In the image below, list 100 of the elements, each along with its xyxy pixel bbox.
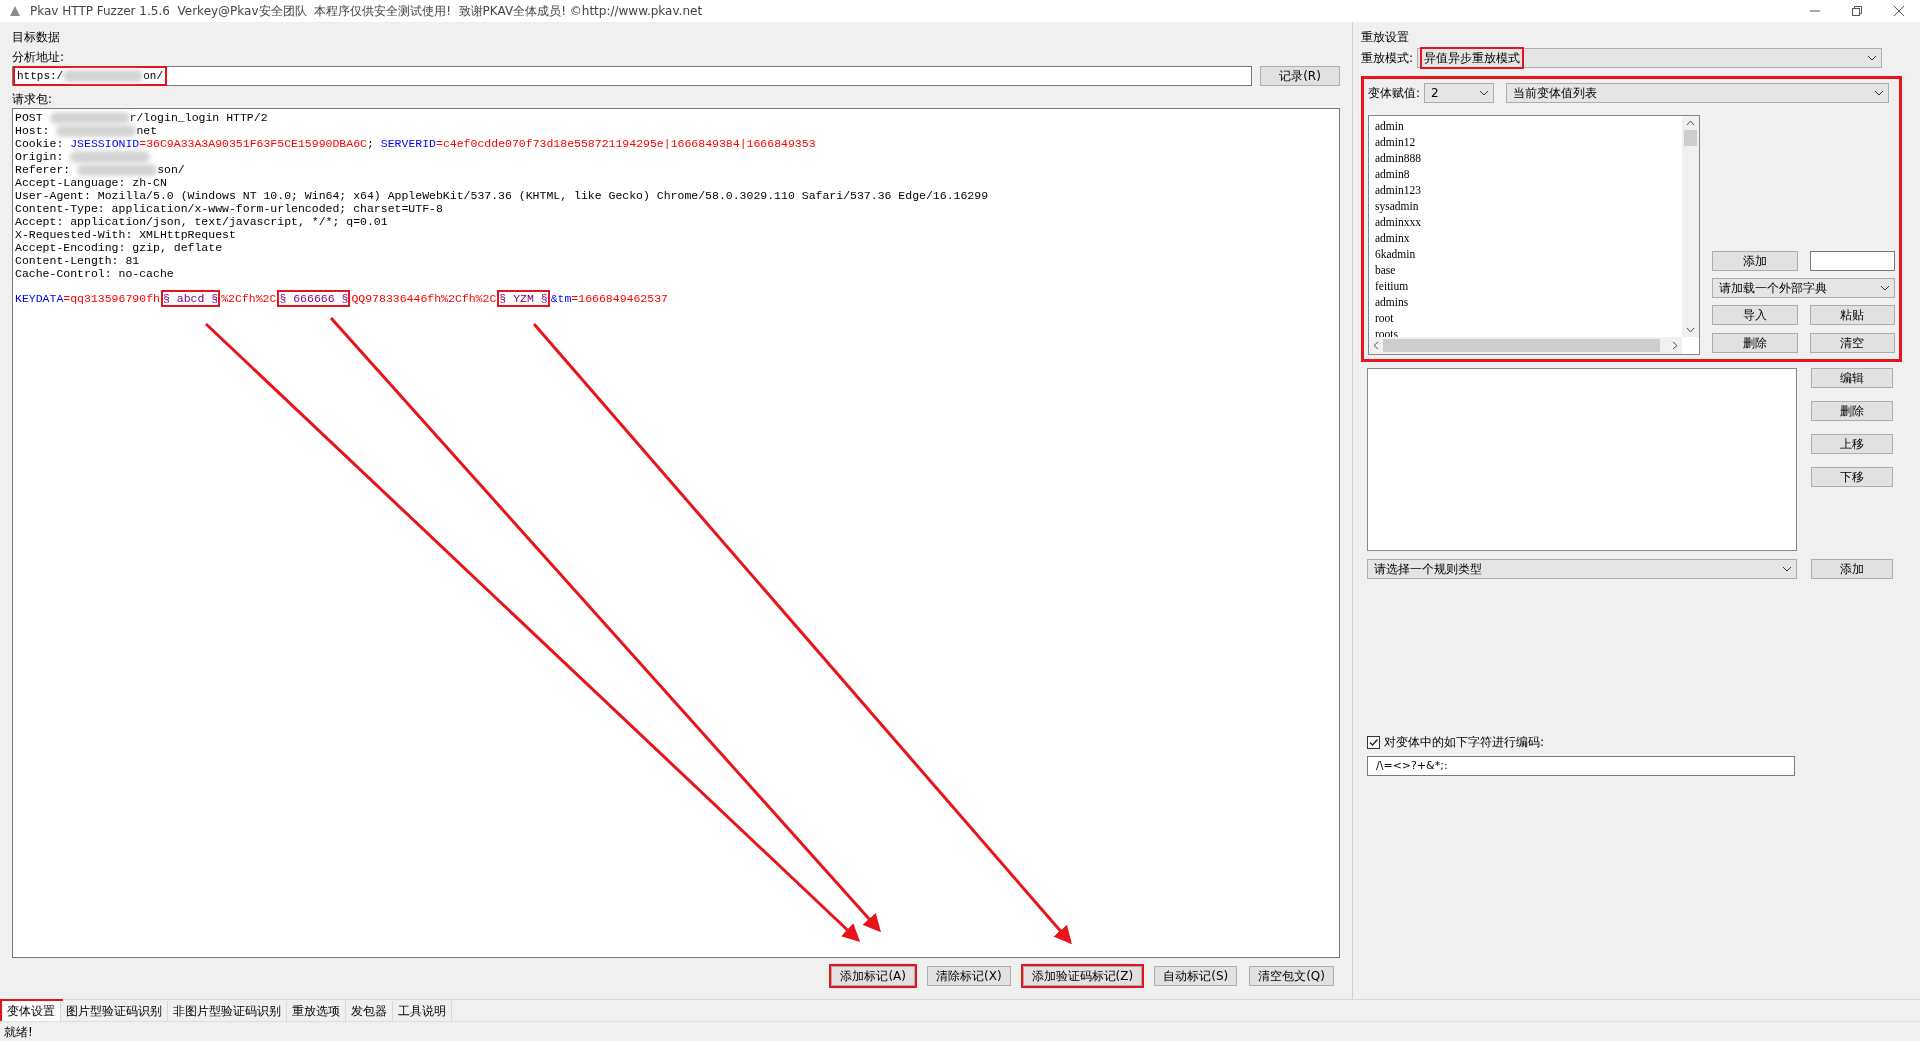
caret-icon (1479, 90, 1490, 96)
request-text: Cookie: (15, 137, 65, 150)
request-text: X-Requested-With: XMLHttpRequest (15, 228, 236, 241)
input-field[interactable]: /\=<>?+&*;: (1367, 756, 1795, 776)
checkbox[interactable] (1367, 735, 1380, 749)
request-text: SERVERID (380, 137, 436, 150)
list-item[interactable]: sysadmin (1375, 198, 1676, 214)
group-title: 重放设置 (1361, 29, 1410, 46)
request-text: POST (15, 111, 44, 124)
button[interactable]: 删除 (1811, 401, 1893, 421)
dropdown-value: 当前变体值列表 (1512, 85, 1599, 102)
scroll-right-icon[interactable] (1672, 341, 1678, 350)
vertical-scrollbar[interactable] (1682, 116, 1699, 337)
button[interactable]: 清空 (1809, 333, 1895, 353)
button[interactable]: 添加 (1712, 251, 1798, 271)
list-item[interactable]: admins (1375, 294, 1676, 310)
dropdown[interactable]: 请加载一个外部字典 (1712, 278, 1895, 298)
request-text: &tm (550, 291, 572, 305)
caret-icon (1874, 90, 1884, 96)
scroll-down-icon[interactable] (1686, 327, 1695, 333)
checkbox-label: 对变体中的如下字符进行编码: (1384, 734, 1545, 751)
scroll-thumb[interactable] (1383, 339, 1660, 352)
list-item[interactable]: feitium (1375, 278, 1676, 294)
list-item[interactable]: base (1375, 262, 1676, 278)
button[interactable]: 记录(R) (1260, 66, 1340, 86)
scroll-left-icon[interactable] (1373, 341, 1379, 350)
request-text: Content-Length: 81 (15, 254, 140, 267)
request-text: Cache-Control: no-cache (15, 267, 174, 280)
caret-icon (1880, 285, 1890, 291)
list-item[interactable]: 6kadmin (1375, 246, 1676, 262)
request-text: son/ (157, 163, 185, 176)
button[interactable]: 导入 (1712, 305, 1798, 325)
button[interactable]: 编辑 (1811, 368, 1893, 388)
button[interactable]: 添加标记(A) (831, 966, 915, 986)
request-text: Accept-Encoding: gzip, deflate (15, 241, 223, 254)
input-field[interactable] (1809, 251, 1895, 271)
request-text: on/ (143, 68, 164, 84)
list-item[interactable]: admin (1375, 118, 1676, 134)
caret-icon (1867, 55, 1877, 61)
request-text: =36C9A33A3A90351F63F5CE15990DBA6C (139, 137, 367, 150)
dropdown-value: 请加载一个外部字典 (1718, 280, 1828, 297)
scroll-thumb[interactable] (1684, 130, 1697, 146)
button[interactable]: 添加 (1811, 559, 1893, 579)
dropdown[interactable]: 请选择一个规则类型 (1367, 559, 1797, 579)
request-text: KEYDATA (15, 291, 64, 305)
request-text: Accept: application/json, text/javascript, */*; q=0.01 (15, 215, 388, 228)
list-item[interactable]: adminx (1375, 230, 1676, 246)
request-text: QQ978336446fh%2Cfh%2C (351, 291, 497, 305)
url-field[interactable]: https:/ on/ (12, 66, 1252, 86)
dropdown-value: 异值异步重放模式 (1422, 49, 1523, 67)
button[interactable]: 添加验证码标记(Z) (1022, 966, 1143, 986)
request-text: Origin: (15, 150, 65, 163)
list-item[interactable]: admin123 (1375, 182, 1676, 198)
request-text: Referer: (15, 163, 72, 176)
request-text: =1666849462537 (571, 291, 668, 305)
dropdown-value: 2 (1430, 85, 1440, 102)
request-text: ; (367, 137, 375, 150)
request-text: Content-Type: application/x-www-form-urlencoded; charset=UTF-8 (15, 202, 443, 215)
restore-icon[interactable] (1852, 6, 1862, 16)
request-editor[interactable] (12, 108, 1340, 958)
dropdown[interactable]: 2 (1424, 83, 1495, 103)
dropdown[interactable]: 异值异步重放模式 (1417, 48, 1882, 68)
request-text: =c4ef0cdde070f73d18e558721194295e|1666849384|1666849353 (436, 137, 816, 150)
request-text: %2Cfh%2C (221, 291, 277, 305)
window-title: Pkav HTTP Fuzzer 1.5.6 Verkey@Pkav安全团队 本程序仅供安全测试使用! 致谢PKAV全体成员! ©http://www.pkav.net (30, 3, 703, 20)
dropdown[interactable]: 当前变体值列表 (1506, 83, 1889, 103)
button[interactable]: 上移 (1811, 434, 1893, 454)
request-text: =qq313596790fh (63, 291, 160, 305)
button[interactable]: 自动标记(S) (1154, 966, 1238, 986)
button[interactable]: 清空包文(Q) (1249, 966, 1334, 986)
app-icon (8, 4, 22, 18)
list-item[interactable]: admin888 (1375, 150, 1676, 166)
dropdown-value: 请选择一个规则类型 (1373, 561, 1483, 578)
scroll-up-icon[interactable] (1686, 120, 1695, 126)
request-text: net (136, 124, 158, 137)
request-text: https:/ (17, 68, 64, 84)
request-text: JSESSIONID (70, 137, 140, 150)
tab[interactable]: 变体设置 (2, 1001, 61, 1021)
request-text: User-Agent: Mozilla/5.0 (Windows NT 10.0; Win64; x64) AppleWebKit/537.36 (KHTML, like Gecko) Chrome/58.0.3029.110 Safari/537.36 Edge/16.16299 (15, 189, 989, 202)
group-title: 目标数据 (12, 29, 61, 46)
field-label: 分析地址: (12, 49, 66, 66)
list-item[interactable]: admin8 (1375, 166, 1676, 182)
horizontal-scrollbar[interactable] (1369, 337, 1682, 354)
close-icon[interactable] (1894, 6, 1904, 16)
list-item[interactable]: root (1375, 310, 1676, 326)
request-text: Host: (15, 124, 51, 137)
caret-icon (1782, 566, 1792, 572)
request-text: Accept-Language: zh-CN (15, 176, 167, 189)
button[interactable]: 下移 (1811, 467, 1893, 487)
button[interactable]: 删除 (1712, 333, 1798, 353)
field-label: 请求包: (12, 91, 54, 108)
list-item[interactable]: admin12 (1375, 134, 1676, 150)
request-text: r/login_login HTTP/2 (129, 111, 268, 124)
status-text: 就绪! (4, 1023, 33, 1041)
list-item[interactable]: adminxxx (1375, 214, 1676, 230)
field-label: 重放模式: (1361, 50, 1414, 67)
tab[interactable]: 图片型验证码识别 (61, 1001, 168, 1021)
button[interactable]: 粘贴 (1809, 305, 1895, 325)
button[interactable]: 清除标记(X) (927, 966, 1011, 986)
field-label: 变体赋值: (1368, 85, 1421, 102)
